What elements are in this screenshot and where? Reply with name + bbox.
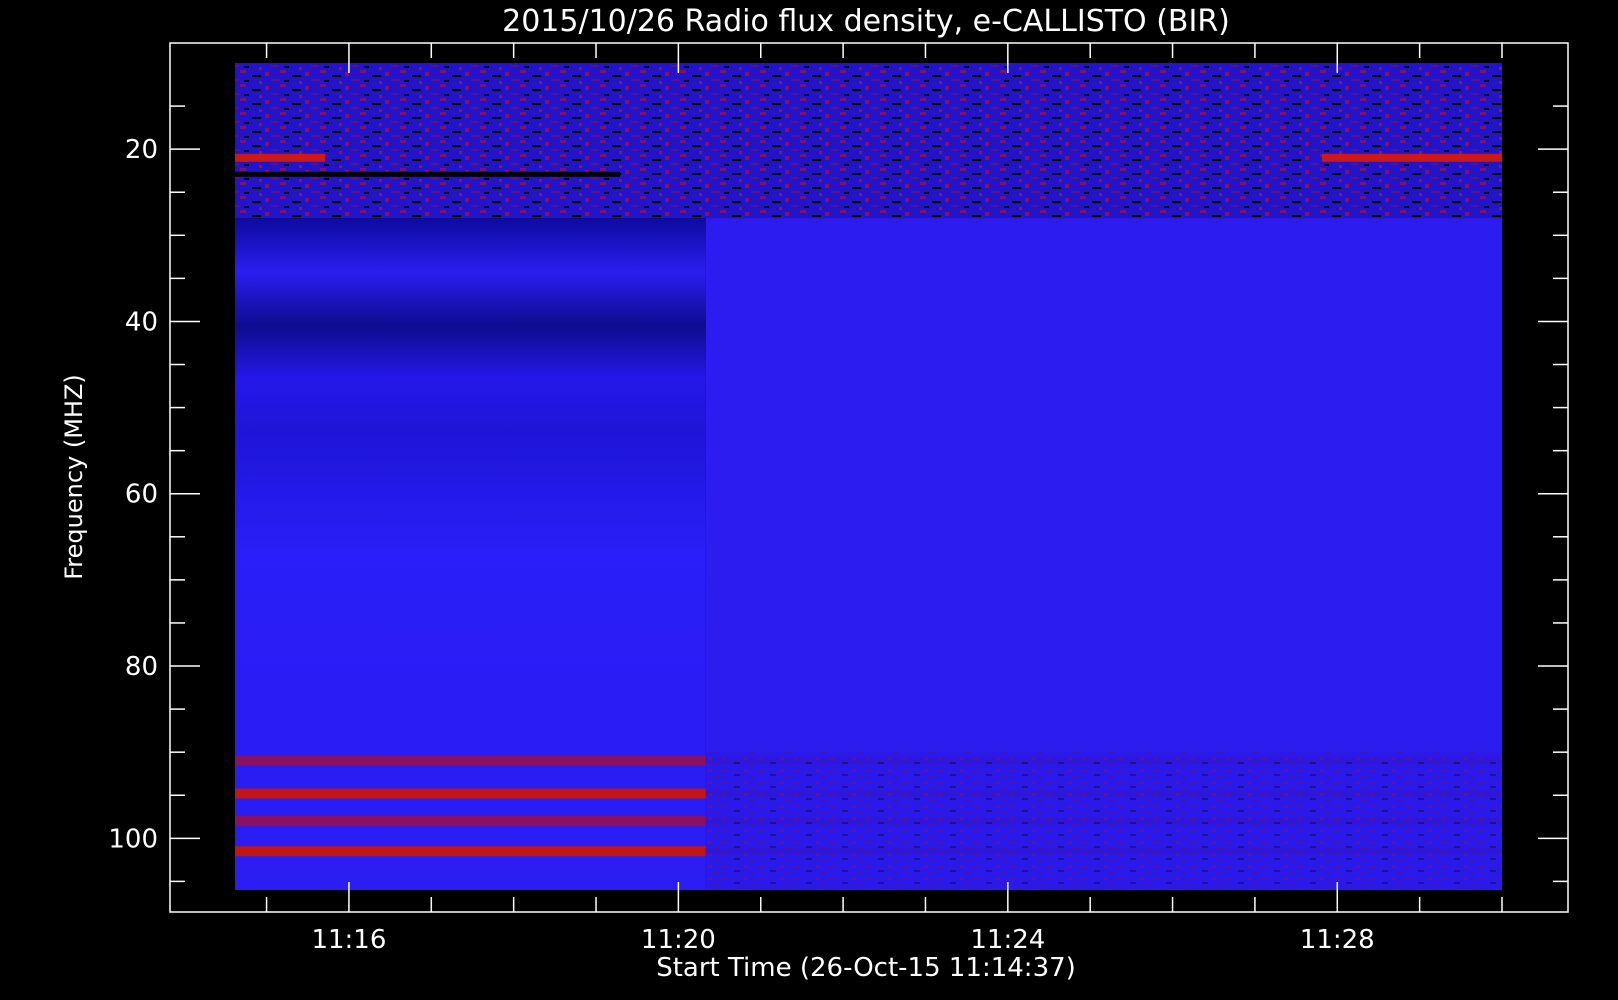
y-tick-label: 80: [125, 652, 158, 682]
interference-band: [235, 171, 620, 177]
y-tick-label: 60: [125, 480, 158, 510]
spectrogram-image: [235, 63, 1502, 890]
x-axis-label: Start Time (26-Oct-15 11:14:37): [656, 953, 1076, 983]
x-tick-label: 11:28: [1300, 925, 1375, 955]
spectrogram-chart: 11:16 11:20 11:24 11:28 20 40 60 80 100 2015/10…: [60, 4, 1569, 983]
interference-region-top: [235, 63, 1502, 219]
x-tick-label: 11:16: [311, 925, 386, 955]
y-tick-label: 20: [125, 135, 158, 165]
interference-band: [235, 788, 706, 799]
interference-band: [235, 153, 325, 162]
interference-band: [235, 816, 706, 827]
interference-band: [235, 846, 706, 857]
y-tick-label: 100: [108, 824, 158, 854]
x-tick-label: 11:24: [970, 925, 1045, 955]
y-axis-label: Frequency (MHZ): [60, 374, 88, 580]
interference-region-bottom: [705, 752, 1502, 890]
chart-title: 2015/10/26 Radio flux density, e-CALLIST…: [502, 4, 1230, 39]
interference-band: [235, 755, 706, 766]
interference-band: [1322, 153, 1502, 162]
x-tick-label: 11:20: [641, 925, 716, 955]
y-tick-label: 40: [125, 307, 158, 337]
